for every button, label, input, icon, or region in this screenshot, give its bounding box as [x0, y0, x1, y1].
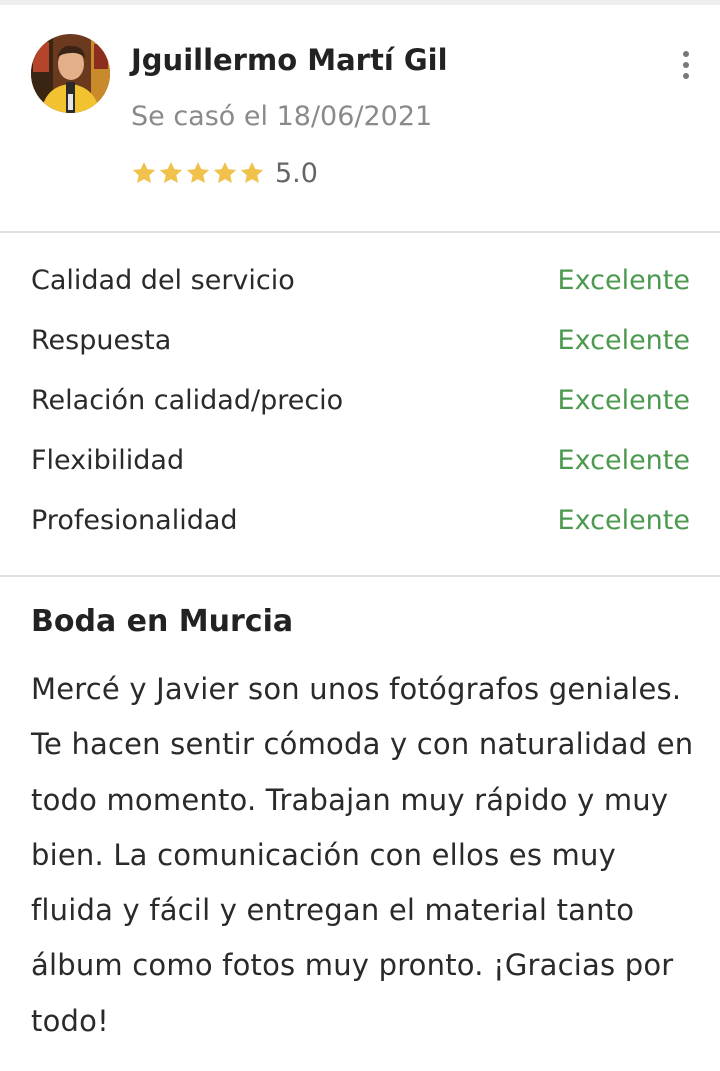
rating-category-label: Flexibilidad [31, 445, 185, 476]
rating-row: Respuesta Excelente [0, 313, 720, 373]
avatar[interactable] [31, 34, 110, 113]
rating-grade: Excelente [557, 505, 690, 536]
review-header: Jguillermo Martí Gil Se casó el 18/06/20… [0, 5, 720, 231]
category-ratings: Calidad del servicio Excelente Respuesta Ex… [0, 253, 720, 553]
star-icon [186, 161, 210, 183]
author-name: Jguillermo Martí Gil [131, 43, 448, 77]
divider [0, 231, 720, 233]
review-card: Jguillermo Martí Gil Se casó el 18/06/20… [0, 0, 720, 1071]
overall-rating: 5.0 [131, 157, 318, 189]
divider [0, 575, 720, 577]
rating-row: Flexibilidad Excelente [0, 433, 720, 493]
menu-dot [683, 62, 689, 68]
star-rating [131, 160, 265, 186]
star-icon [240, 161, 264, 183]
rating-category-label: Calidad del servicio [31, 265, 295, 296]
rating-category-label: Respuesta [31, 325, 172, 356]
review-title: Boda en Murcia [31, 604, 294, 639]
star-icon [159, 161, 183, 183]
rating-grade: Excelente [557, 325, 690, 356]
rating-row: Relación calidad/precio Excelente [0, 373, 720, 433]
rating-value: 5.0 [275, 157, 318, 189]
menu-dot [683, 73, 689, 79]
user-photo-avatar-icon [31, 34, 110, 113]
star-icon [132, 161, 156, 183]
menu-dot [683, 51, 689, 57]
wedding-date: Se casó el 18/06/2021 [131, 101, 433, 132]
rating-category-label: Profesionalidad [31, 505, 238, 536]
rating-grade: Excelente [557, 445, 690, 476]
rating-grade: Excelente [557, 265, 690, 296]
rating-grade: Excelente [557, 385, 690, 416]
rating-row: Calidad del servicio Excelente [0, 253, 720, 313]
rating-category-label: Relación calidad/precio [31, 385, 344, 416]
star-icon [213, 161, 237, 183]
more-vertical-icon[interactable] [672, 45, 700, 85]
review-text: Mercé y Javier son unos fotógrafos genia… [31, 672, 694, 1038]
rating-row: Profesionalidad Excelente [0, 493, 720, 553]
